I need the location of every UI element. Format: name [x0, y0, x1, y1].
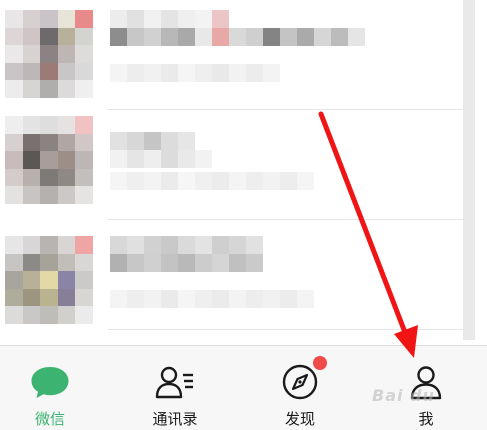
- compass-icon: [282, 364, 318, 400]
- contacts-icon: [155, 366, 193, 399]
- chat-list-item[interactable]: [0, 0, 475, 110]
- contact-name-blurred: [110, 132, 195, 150]
- avatar: [5, 236, 93, 324]
- row-divider: [108, 329, 475, 330]
- message-time-blurred: [110, 64, 280, 82]
- message-preview-blurred: [110, 150, 212, 168]
- tab-label: 微信: [34, 410, 65, 428]
- message-time-blurred: [110, 290, 314, 308]
- tab-label: 我: [418, 410, 434, 428]
- chat-list-item[interactable]: [0, 220, 475, 330]
- avatar: [5, 116, 93, 204]
- contact-name-blurred: [110, 236, 263, 254]
- chat-list: [0, 0, 475, 340]
- tab-chats[interactable]: 微信: [0, 346, 110, 430]
- tab-label: 通讯录: [152, 410, 198, 428]
- chat-list-item[interactable]: [0, 110, 475, 220]
- tab-label: 发现: [284, 410, 315, 428]
- notification-dot: [313, 356, 327, 370]
- contact-name-blurred: [110, 10, 229, 28]
- tab-contacts[interactable]: 通讯录: [115, 346, 235, 430]
- message-preview-blurred: [110, 254, 263, 272]
- watermark: Bai du: [372, 386, 435, 405]
- tab-discover[interactable]: 发现: [240, 346, 360, 430]
- scrollbar[interactable]: [463, 0, 475, 340]
- message-time-blurred: [110, 172, 314, 190]
- chat-bubble-icon: [31, 367, 69, 398]
- message-preview-blurred: [110, 28, 365, 46]
- avatar: [5, 10, 93, 98]
